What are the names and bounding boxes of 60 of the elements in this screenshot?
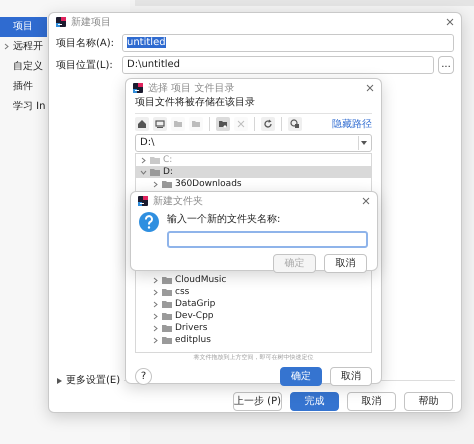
dialog-button[interactable]: 帮助 <box>404 392 453 411</box>
close-icon <box>236 119 246 129</box>
dialog-button[interactable]: 取消 <box>330 367 372 386</box>
tree-item[interactable]: DataGrip <box>136 298 371 310</box>
app-icon <box>138 196 148 206</box>
chevron-right-icon[interactable] <box>3 43 10 50</box>
subtitle: 项目文件将被存储在该目录 <box>135 97 372 114</box>
dropdown-arrow-icon <box>361 141 367 145</box>
tree-item[interactable]: CloudMusic <box>136 274 371 286</box>
app-icon <box>56 17 66 27</box>
app-icon <box>133 83 143 93</box>
tree-item[interactable]: css <box>136 286 371 298</box>
close-icon <box>362 197 370 206</box>
tree-item[interactable]: Dev-Cpp <box>136 310 371 322</box>
text-field[interactable] <box>167 231 368 248</box>
chevron-down-icon[interactable] <box>140 168 147 176</box>
dialog-button[interactable]: 取消 <box>347 392 396 411</box>
sidebar-item[interactable]: 自定义 <box>0 57 47 77</box>
dialog-button[interactable]: 完成 <box>290 392 339 411</box>
window-title: 新建项目 <box>71 16 111 30</box>
toolbar-button[interactable] <box>288 117 302 131</box>
tree-item[interactable]: D: <box>136 166 371 178</box>
dialog-button[interactable]: 确定 <box>280 367 322 386</box>
toolbar-button[interactable] <box>216 117 230 131</box>
help-button[interactable]: ? <box>135 368 152 385</box>
text-field[interactable]: untitled <box>122 34 454 52</box>
prompt-text: 输入一个新的文件夹名称: <box>167 212 282 227</box>
chevron-right-icon[interactable] <box>152 180 159 188</box>
field-label: 项目位置(L): <box>56 58 114 72</box>
browse-button[interactable]: ... <box>438 56 454 74</box>
toolbar-button[interactable] <box>135 117 149 131</box>
tree-item[interactable]: Drivers <box>136 322 371 334</box>
text-field[interactable]: D:\untitled <box>122 56 434 74</box>
window-title: 新建文件夹 <box>153 194 203 208</box>
triangle-right-icon[interactable] <box>57 378 62 384</box>
close-icon <box>446 18 454 26</box>
dialog-button[interactable]: 取消 <box>324 254 367 273</box>
tree-item[interactable]: editplus <box>136 334 371 346</box>
close-button[interactable] <box>446 16 454 28</box>
window-title: 选择 项目 文件目录 <box>148 82 234 96</box>
sidebar-item[interactable]: 项目 <box>0 17 47 37</box>
question-icon <box>139 212 159 232</box>
sidebar-item[interactable]: 远程开 <box>0 37 47 57</box>
close-icon <box>366 84 374 92</box>
sidebar-item[interactable]: 插件 <box>0 77 47 97</box>
close-button[interactable] <box>362 196 370 206</box>
close-button[interactable] <box>366 82 374 94</box>
field-label: 项目名称(A): <box>56 36 116 50</box>
monitor-icon <box>155 119 165 129</box>
toolbar-button[interactable] <box>153 117 167 131</box>
tree-item[interactable]: 360Downloads <box>136 178 371 190</box>
refresh-icon <box>263 119 273 129</box>
toolbar-button[interactable] <box>261 117 275 131</box>
hide-path-link[interactable]: 隐藏路径 <box>332 116 372 132</box>
home-icon <box>137 119 147 129</box>
sidebar-item[interactable]: 学习 In <box>0 97 47 117</box>
new-folder-icon <box>218 119 228 129</box>
path-dropdown[interactable]: D:\ <box>135 134 372 152</box>
dialog-button[interactable]: 上一步 (P) <box>233 392 282 411</box>
more-settings-toggle[interactable]: 更多设置(E) <box>66 373 120 388</box>
